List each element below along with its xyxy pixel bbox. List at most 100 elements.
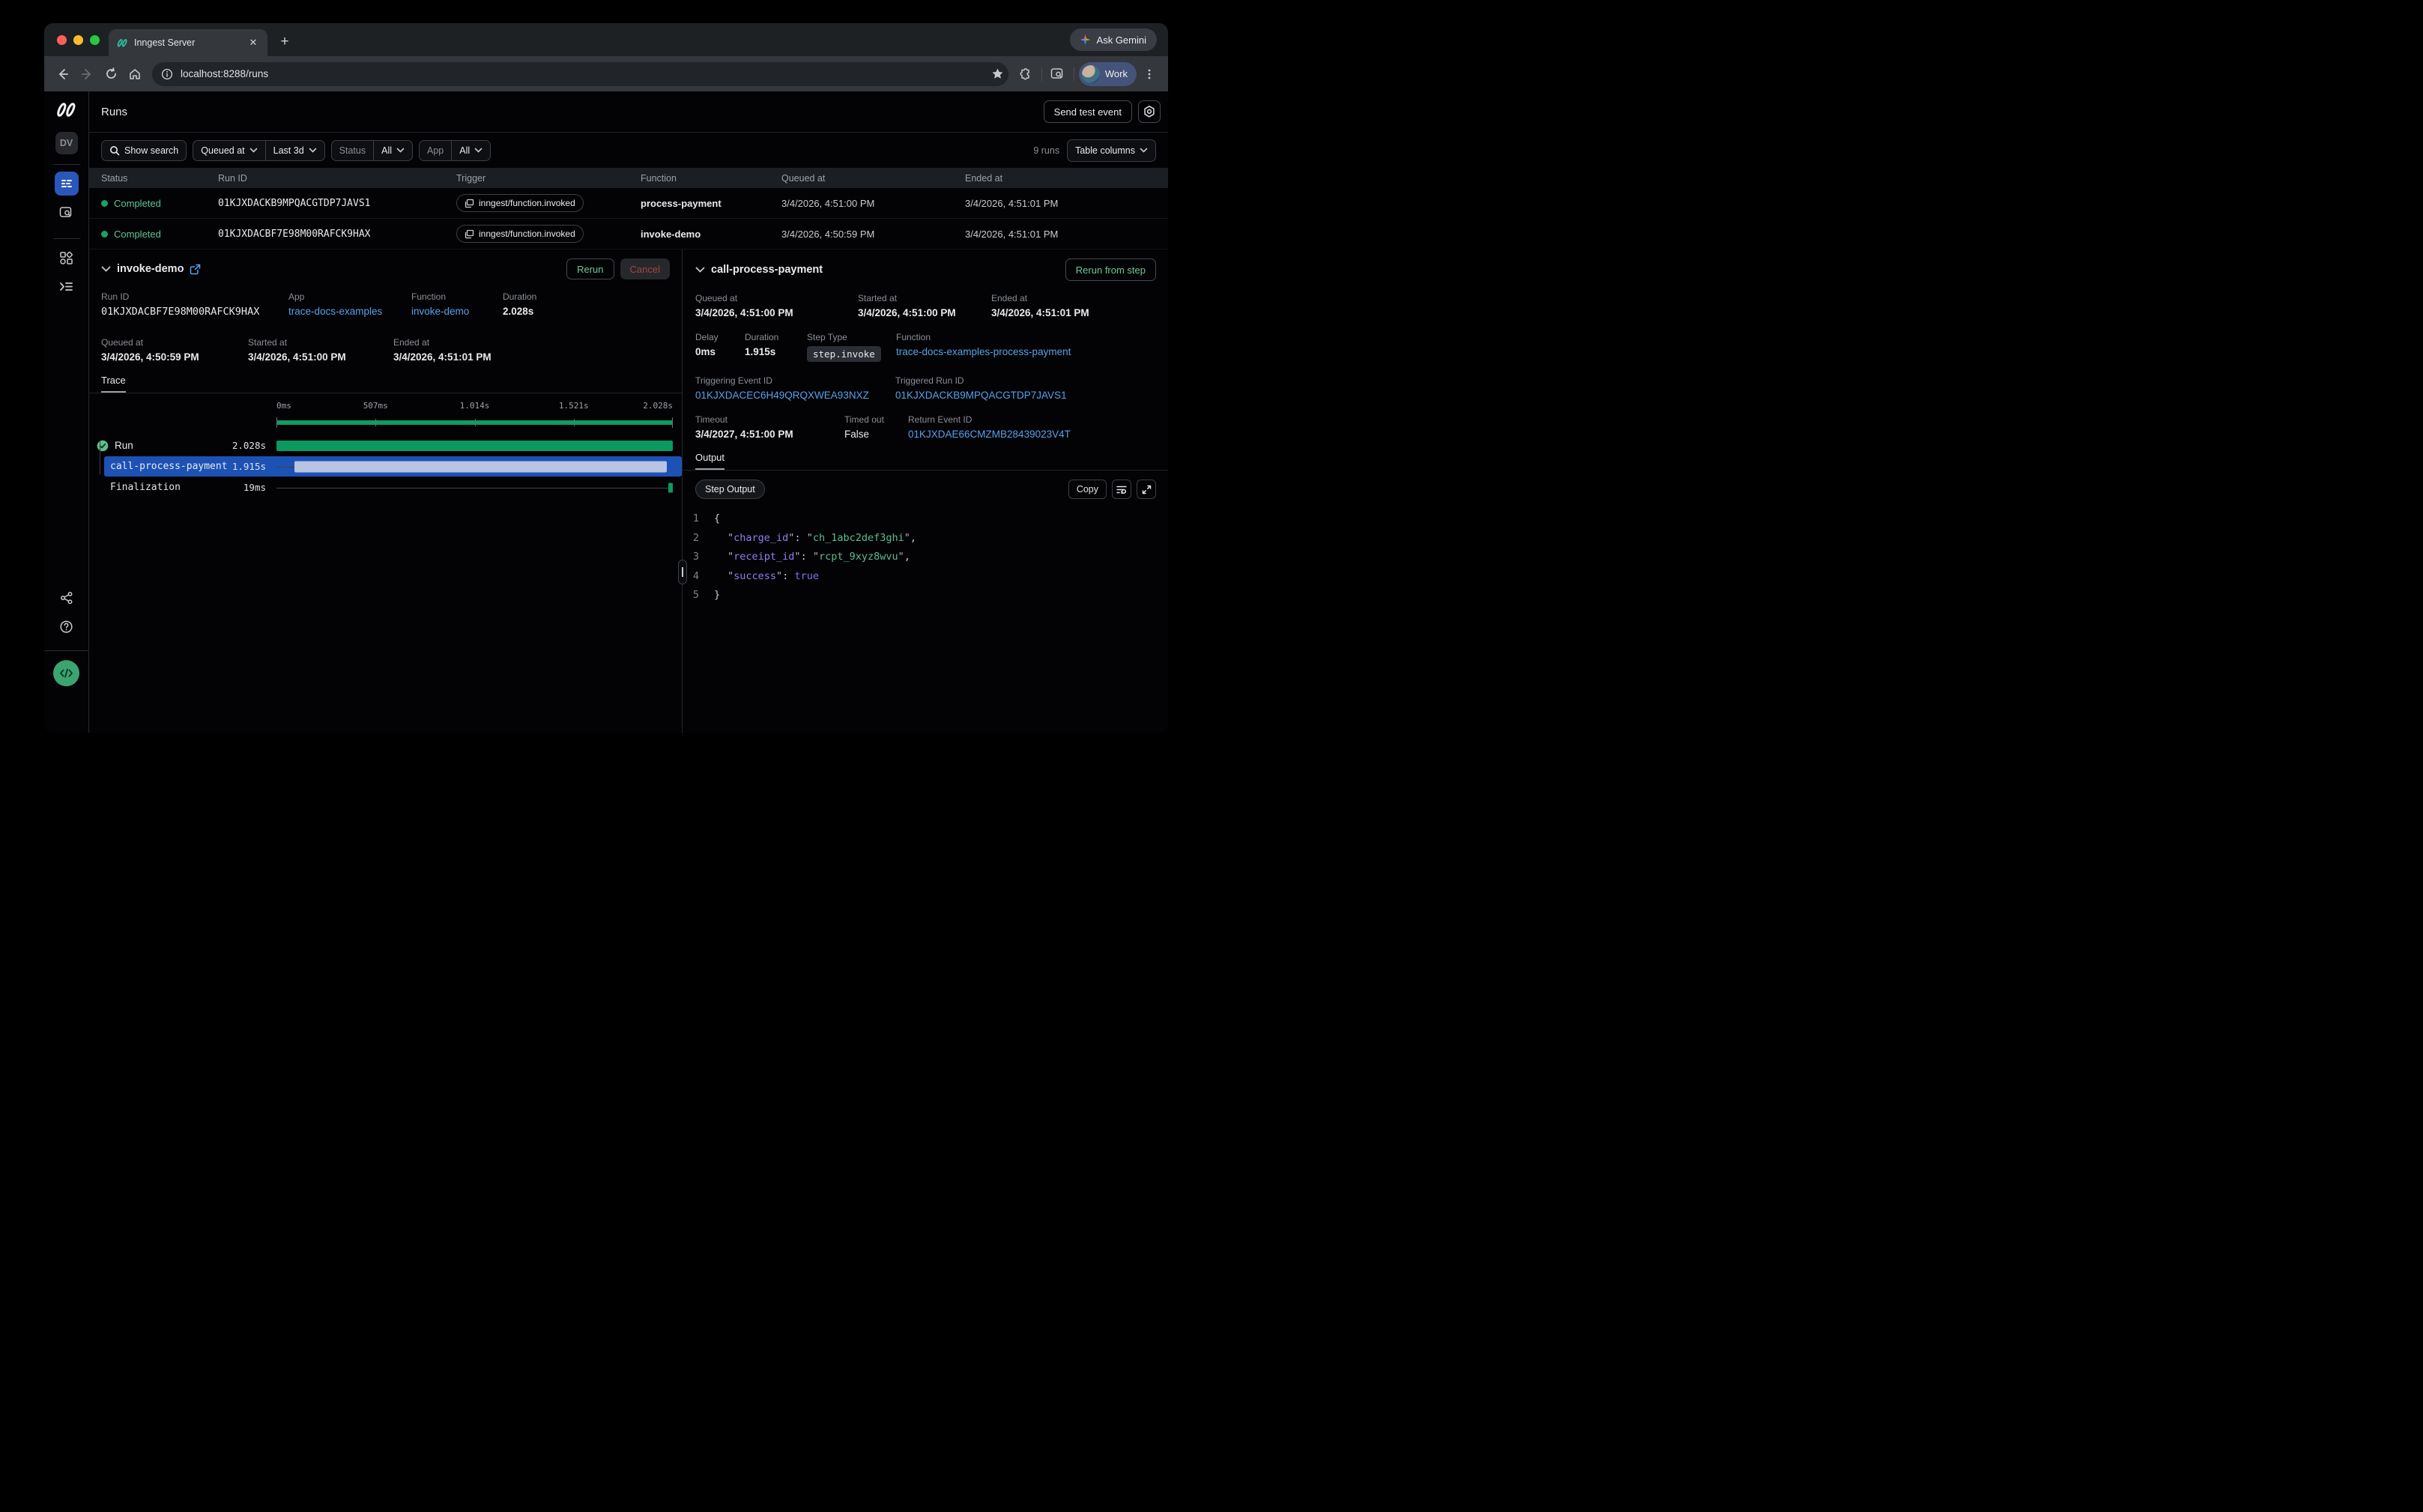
triggering-event-id-link[interactable]: 01KJXDACEC6H49QRQXWEA93NXZ	[695, 390, 895, 401]
status-badge: Completed	[114, 198, 161, 209]
back-button[interactable]	[52, 63, 74, 85]
word-wrap-icon[interactable]	[1112, 480, 1131, 499]
app-filter-chip: App All	[419, 140, 491, 161]
inngest-logo[interactable]	[55, 100, 78, 119]
share-icon[interactable]	[55, 586, 79, 610]
show-search-label: Show search	[124, 145, 178, 156]
bookmark-star-icon[interactable]	[991, 67, 1004, 80]
status-filter-value: All	[381, 145, 392, 156]
function-label: Function	[896, 332, 1156, 342]
ask-gemini-button[interactable]: Ask Gemini	[1070, 28, 1157, 51]
function-name: invoke-demo	[641, 229, 781, 240]
maximize-window-button[interactable]	[90, 35, 100, 45]
browser-tab[interactable]: Inngest Server ✕	[109, 29, 267, 56]
queued-at-value: 3/4/2026, 4:51:00 PM	[695, 307, 858, 318]
close-window-button[interactable]	[57, 35, 67, 45]
runs-count: 9 runs	[1033, 145, 1059, 156]
trace-minimap[interactable]	[276, 417, 673, 429]
queued-at: 3/4/2026, 4:50:59 PM	[781, 229, 965, 240]
url-bar[interactable]: localhost:8288/runs	[152, 62, 1008, 86]
extensions-icon[interactable]	[1014, 63, 1037, 85]
finalization-span-bar[interactable]	[668, 483, 673, 492]
expand-icon[interactable]	[1137, 480, 1156, 499]
code-line: 5 }	[683, 586, 1168, 605]
event-icon	[465, 199, 474, 208]
return-event-id-label: Return Event ID	[908, 414, 1156, 425]
profile-avatar	[1082, 65, 1100, 83]
line-number: 4	[683, 567, 714, 587]
external-link-icon[interactable]	[190, 264, 201, 275]
table-row[interactable]: Completed 01KJXDACKB9MPQACGTDP7JAVS1 inn…	[89, 188, 1168, 219]
trigger-pill[interactable]: inngest/function.invoked	[456, 225, 584, 243]
tab-trace[interactable]: Trace	[101, 375, 126, 393]
panel-resize-handle[interactable]	[678, 560, 687, 584]
timeout-value: 3/4/2027, 4:51:00 PM	[695, 429, 844, 440]
home-button[interactable]	[124, 63, 146, 85]
collapse-chevron-icon[interactable]	[695, 267, 705, 273]
axis-tick: 0ms	[276, 401, 291, 411]
return-event-id-link[interactable]: 01KJXDAE66CMZMB28439023V4T	[908, 429, 1156, 440]
show-search-button[interactable]: Show search	[101, 140, 187, 161]
send-test-event-button[interactable]: Send test event	[1044, 100, 1132, 123]
time-field-dropdown[interactable]: Queued at	[193, 141, 264, 160]
reload-button[interactable]	[100, 63, 122, 85]
browser-menu-icon[interactable]	[1138, 63, 1161, 85]
copy-button[interactable]: Copy	[1068, 480, 1107, 499]
collapse-chevron-icon[interactable]	[101, 266, 111, 273]
ask-gemini-label: Ask Gemini	[1097, 34, 1146, 46]
trace-axis: 0ms 507ms 1.014s 1.521s 2.028s	[276, 401, 673, 414]
rerun-button[interactable]: Rerun	[566, 258, 614, 279]
run-span-bar[interactable]	[276, 441, 673, 451]
cancel-button[interactable]: Cancel	[620, 258, 670, 279]
trace-span-finalization[interactable]: Finalization 19ms	[89, 477, 682, 498]
help-icon[interactable]	[55, 614, 79, 638]
table-columns-label: Table columns	[1075, 145, 1135, 156]
status-filter-dropdown[interactable]: All	[374, 141, 412, 160]
tab-close-icon[interactable]: ✕	[246, 36, 260, 49]
step-span-bar[interactable]	[294, 461, 666, 472]
table-columns-dropdown[interactable]: Table columns	[1067, 139, 1156, 162]
timed-out-label: Timed out	[844, 414, 908, 425]
app-link[interactable]: trace-docs-examples	[288, 306, 411, 317]
url-text[interactable]: localhost:8288/runs	[181, 68, 984, 79]
code-line: 1 {	[683, 509, 1168, 529]
ended-at: 3/4/2026, 4:51:01 PM	[965, 198, 1168, 209]
sidebar-item-functions[interactable]	[55, 274, 79, 298]
queued-at-value: 3/4/2026, 4:50:59 PM	[101, 351, 248, 363]
dev-code-button[interactable]	[53, 660, 79, 686]
col-queued-at: Queued at	[781, 173, 965, 184]
settings-gear-icon[interactable]	[1138, 100, 1161, 123]
sidebar-footer	[44, 650, 88, 733]
step-output-pill[interactable]: Step Output	[695, 480, 765, 499]
timed-out-value: False	[844, 429, 908, 440]
new-tab-button[interactable]: +	[275, 34, 294, 50]
function-link[interactable]: trace-docs-examples-process-payment	[896, 346, 1156, 357]
sidebar-item-events[interactable]	[55, 200, 79, 224]
time-range-dropdown[interactable]: Last 3d	[266, 141, 324, 160]
chevron-down-icon	[474, 148, 483, 153]
app-badge[interactable]: DV	[55, 132, 78, 154]
minimize-window-button[interactable]	[73, 35, 83, 45]
sidebar-item-apps[interactable]	[55, 246, 79, 270]
site-info-icon[interactable]	[161, 68, 173, 80]
function-link[interactable]: invoke-demo	[411, 306, 503, 317]
trigger-pill[interactable]: inngest/function.invoked	[456, 194, 584, 212]
run-detail-panel: invoke-demo Rerun Cancel Run ID 01KJXDAC…	[89, 250, 683, 733]
triggered-run-id-link[interactable]: 01KJXDACKB9MPQACGTDP7JAVS1	[895, 390, 1156, 401]
table-row[interactable]: Completed 01KJXDACBF7E98M00RAFCK9HAX inn…	[89, 219, 1168, 250]
tab-output[interactable]: Output	[695, 452, 725, 470]
duration-label: Duration	[745, 332, 807, 342]
trace-span-call-process-payment[interactable]: call-process-payment 1.915s	[89, 456, 682, 477]
run-title: invoke-demo	[117, 263, 184, 275]
function-name: process-payment	[641, 198, 781, 209]
rerun-from-step-button[interactable]: Rerun from step	[1065, 258, 1156, 281]
span-name: call-process-payment	[110, 461, 232, 472]
sidebar-item-runs[interactable]	[55, 172, 79, 196]
tab-search-icon[interactable]	[1047, 63, 1069, 85]
trace-span-run[interactable]: Run 2.028s	[89, 435, 682, 456]
app-filter-dropdown[interactable]: All	[452, 141, 490, 160]
app-filter-value: All	[459, 145, 470, 156]
profile-chip[interactable]: Work	[1079, 62, 1137, 86]
status-filter-chip: Status All	[331, 140, 413, 161]
forward-button[interactable]	[76, 63, 98, 85]
